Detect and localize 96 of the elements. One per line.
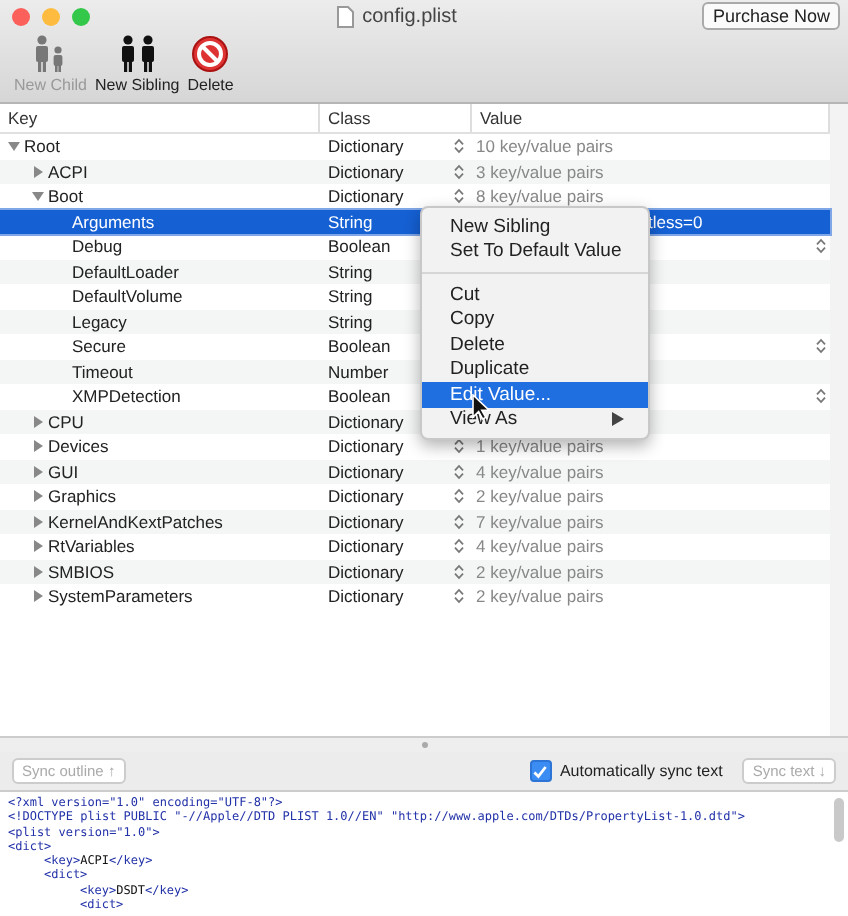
value-text: 1 key/value pairs: [476, 436, 604, 457]
value-text: 7 key/value pairs: [476, 511, 604, 532]
class-text: Dictionary: [328, 486, 404, 507]
stepper-icon: [454, 538, 464, 555]
triangle-right-icon[interactable]: [32, 540, 44, 553]
key-text[interactable]: Debug: [72, 236, 123, 257]
class-text: Boolean: [328, 386, 391, 407]
stepper-icon: [816, 238, 826, 255]
stepper-icon: [454, 563, 464, 580]
triangle-right-icon[interactable]: [32, 465, 44, 478]
stepper-icon: [454, 163, 464, 180]
stepper-icon: [816, 338, 826, 355]
class-text: Dictionary: [328, 561, 404, 582]
class-text: Dictionary: [328, 586, 404, 607]
menu-item[interactable]: Set To Default Value: [422, 239, 648, 264]
key-text[interactable]: DefaultLoader: [72, 261, 179, 282]
splitter-handle[interactable]: [421, 742, 427, 748]
class-text: String: [328, 211, 373, 232]
class-text: Dictionary: [328, 136, 404, 157]
stepper-icon: [454, 513, 464, 530]
class-text: Boolean: [328, 336, 391, 357]
menu-item[interactable]: Edit Value...: [422, 382, 648, 407]
column-header[interactable]: Key: [0, 104, 320, 132]
stepper-icon: [454, 138, 464, 155]
key-text[interactable]: Devices: [48, 436, 109, 457]
triangle-right-icon[interactable]: [32, 515, 44, 528]
menu-item[interactable]: Delete: [422, 332, 648, 357]
value-text: 4 key/value pairs: [476, 536, 604, 557]
triangle-right-icon[interactable]: [32, 165, 44, 178]
column-header[interactable]: Value: [472, 104, 830, 132]
class-text: Number: [328, 361, 389, 382]
key-text[interactable]: XMPDetection: [72, 386, 181, 407]
value-text: 10 key/value pairs: [476, 136, 614, 157]
no-sign-icon: [190, 34, 231, 74]
zoom-button[interactable]: [72, 7, 90, 25]
menu-item[interactable]: Copy: [422, 307, 648, 332]
key-text[interactable]: Root: [24, 136, 60, 157]
value-text: 2 key/value pairs: [476, 561, 604, 582]
key-text[interactable]: SMBIOS: [48, 561, 115, 582]
stepper-icon: [454, 588, 464, 605]
class-text: String: [328, 286, 373, 307]
stepper-icon: [454, 488, 464, 505]
close-button[interactable]: [12, 7, 30, 25]
menu-item[interactable]: Duplicate: [422, 357, 648, 382]
checkbox-label: Automatically sync text: [559, 762, 723, 780]
value-text: 4 key/value pairs: [476, 461, 604, 482]
stepper-icon: [454, 463, 464, 480]
key-text[interactable]: Arguments: [72, 211, 155, 232]
document-icon: [336, 5, 355, 27]
submenu-arrow-icon: [612, 412, 624, 427]
key-text[interactable]: KernelAndKextPatches: [48, 511, 223, 532]
toolbar-button[interactable]: Delete: [185, 34, 236, 94]
toolbar-button[interactable]: New Sibling: [92, 34, 182, 94]
value-text: 2 key/value pairs: [476, 486, 604, 507]
class-text: Dictionary: [328, 436, 404, 457]
class-text: Dictionary: [328, 536, 404, 557]
triangle-right-icon[interactable]: [32, 590, 44, 603]
key-text[interactable]: Graphics: [48, 486, 117, 507]
class-text: String: [328, 261, 373, 282]
column-header[interactable]: Class: [320, 104, 472, 132]
value-text: 2 key/value pairs: [476, 586, 604, 607]
triangle-down-icon[interactable]: [32, 190, 44, 203]
stepper-icon: [454, 438, 464, 455]
class-text: Dictionary: [328, 161, 404, 182]
class-text: Dictionary: [328, 511, 404, 532]
menu-item[interactable]: New Sibling: [422, 214, 648, 239]
key-text[interactable]: Legacy: [72, 311, 127, 332]
triangle-right-icon[interactable]: [32, 440, 44, 453]
key-text[interactable]: ACPI: [48, 161, 88, 182]
class-text: Dictionary: [328, 411, 404, 432]
key-text[interactable]: GUI: [48, 461, 79, 482]
triangle-right-icon[interactable]: [32, 415, 44, 428]
class-text: String: [328, 311, 373, 332]
scrollbar-thumb[interactable]: [834, 798, 844, 842]
purchase-button[interactable]: Purchase Now: [702, 2, 840, 30]
people-icon: [117, 34, 158, 74]
key-text[interactable]: RtVariables: [48, 536, 135, 557]
triangle-right-icon[interactable]: [32, 490, 44, 503]
menu-item[interactable]: Cut: [422, 282, 648, 307]
class-text: Boolean: [328, 236, 391, 257]
checkbox[interactable]: [529, 760, 552, 782]
key-text[interactable]: SystemParameters: [48, 586, 193, 607]
window-title: config.plist: [362, 5, 457, 27]
key-text[interactable]: DefaultVolume: [72, 286, 183, 307]
key-text[interactable]: Boot: [48, 186, 83, 207]
triangle-down-icon[interactable]: [8, 140, 20, 153]
value-text: 3 key/value pairs: [476, 161, 604, 182]
key-text[interactable]: Secure: [72, 336, 126, 357]
triangle-right-icon[interactable]: [32, 565, 44, 578]
value-text: 8 key/value pairs: [476, 186, 604, 207]
class-text: Dictionary: [328, 461, 404, 482]
stepper-icon: [816, 388, 826, 405]
stepper-icon: [454, 188, 464, 205]
key-text[interactable]: CPU: [48, 411, 84, 432]
class-text: Dictionary: [328, 186, 404, 207]
key-text[interactable]: Timeout: [72, 361, 133, 382]
